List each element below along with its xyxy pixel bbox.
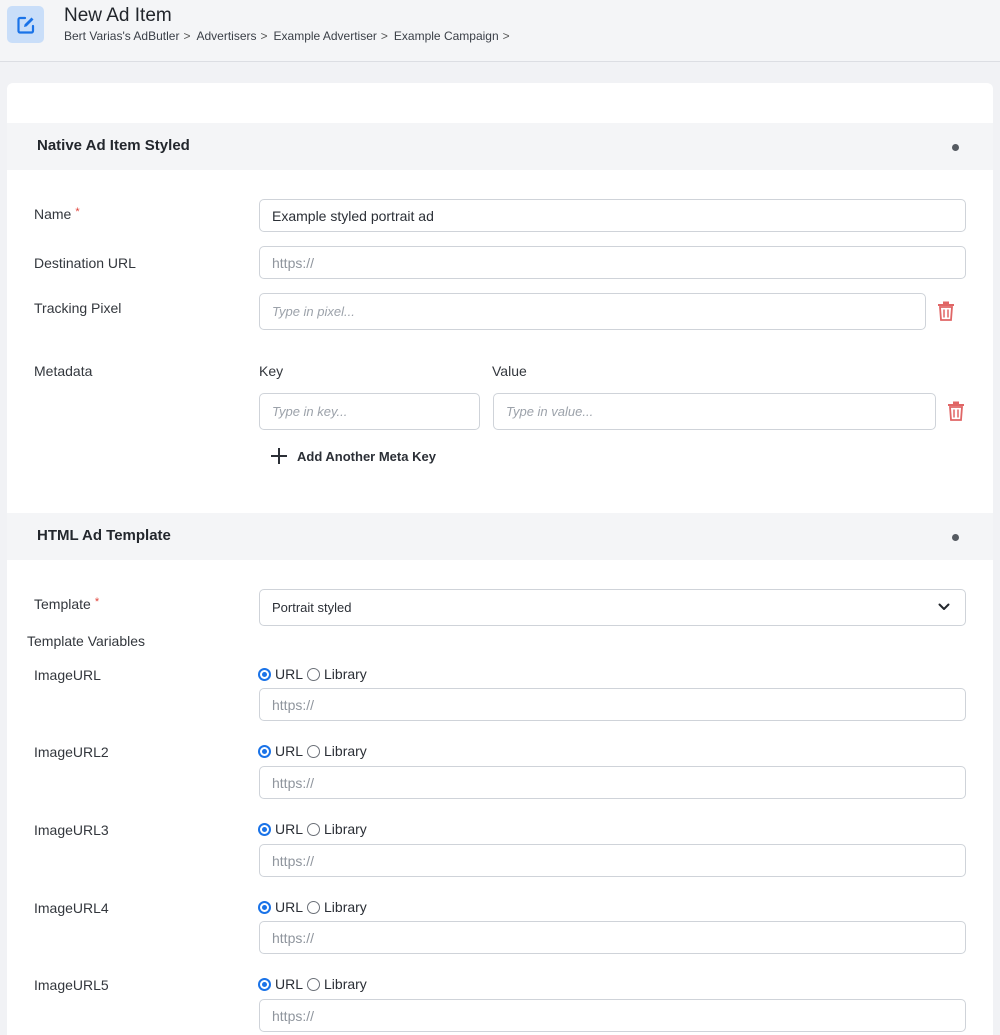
- tracking-pixel-label: Tracking Pixel: [34, 300, 122, 316]
- breadcrumb-advertiser[interactable]: Example Advertiser: [274, 29, 377, 43]
- breadcrumb-separator: >: [183, 29, 191, 43]
- metadata-key-input[interactable]: Type in key...: [259, 393, 480, 430]
- url-radio[interactable]: [258, 744, 271, 758]
- imageurl3-input[interactable]: https://: [259, 844, 966, 877]
- template-select[interactable]: Portrait styled: [259, 589, 966, 626]
- library-radio-label[interactable]: Library: [324, 899, 367, 915]
- library-radio-label[interactable]: Library: [324, 666, 367, 682]
- imageurl4-input[interactable]: https://: [259, 921, 966, 954]
- imageurl5-input[interactable]: https://: [259, 999, 966, 1032]
- add-meta-key-label: Add Another Meta Key: [297, 448, 436, 464]
- source-radio-group: URL Library: [258, 742, 367, 760]
- imageurl-input[interactable]: https://: [259, 688, 966, 721]
- page-header: New Ad Item Bert Varias's AdButler > Adver…: [0, 0, 1000, 62]
- collapse-dot-icon[interactable]: [952, 534, 959, 541]
- breadcrumb-adbutler[interactable]: Bert Varias's AdButler: [64, 29, 179, 43]
- trash-icon[interactable]: [947, 401, 965, 421]
- collapse-dot-icon[interactable]: [952, 144, 959, 151]
- variable-label-imageurl2: ImageURL2: [34, 744, 109, 760]
- source-radio-group: URL Library: [258, 975, 367, 993]
- template-selected-value: Portrait styled: [272, 600, 352, 615]
- library-radio[interactable]: [307, 744, 321, 758]
- required-mark: *: [75, 206, 80, 218]
- url-radio[interactable]: [258, 977, 271, 991]
- library-radio-label[interactable]: Library: [324, 821, 367, 837]
- variable-label-imageurl5: ImageURL5: [34, 977, 109, 993]
- name-label: Name *: [34, 206, 80, 222]
- name-label-text: Name: [34, 206, 72, 222]
- section-title: Native Ad Item Styled: [37, 137, 190, 154]
- url-radio-label[interactable]: URL: [275, 899, 303, 915]
- plus-icon: [270, 447, 288, 465]
- trash-icon[interactable]: [937, 301, 955, 321]
- source-radio-group: URL Library: [258, 898, 367, 916]
- library-radio[interactable]: [307, 977, 321, 991]
- native-section-header[interactable]: Native Ad Item Styled: [7, 123, 993, 170]
- imageurl2-input[interactable]: https://: [259, 766, 966, 799]
- variable-label-imageurl: ImageURL: [34, 667, 101, 683]
- template-label: Template *: [34, 596, 99, 612]
- template-label-text: Template: [34, 596, 91, 612]
- breadcrumb-separator: >: [380, 29, 388, 43]
- page-title: New Ad Item: [64, 5, 172, 26]
- url-radio[interactable]: [258, 900, 271, 914]
- chevron-down-icon: [938, 603, 950, 610]
- destination-url-input[interactable]: https://: [259, 246, 966, 279]
- source-radio-group: URL Library: [258, 820, 367, 838]
- section-title: HTML Ad Template: [37, 527, 171, 544]
- edit-icon: [7, 6, 44, 43]
- tracking-pixel-input[interactable]: Type in pixel...: [259, 293, 926, 330]
- url-radio-label[interactable]: URL: [275, 821, 303, 837]
- url-radio-label[interactable]: URL: [275, 666, 303, 682]
- metadata-label: Metadata: [34, 363, 93, 379]
- template-section-header[interactable]: HTML Ad Template: [7, 513, 993, 560]
- url-radio-label[interactable]: URL: [275, 976, 303, 992]
- library-radio[interactable]: [307, 822, 321, 836]
- library-radio[interactable]: [307, 900, 321, 914]
- url-radio[interactable]: [258, 822, 271, 836]
- source-radio-group: URL Library: [258, 665, 367, 683]
- library-radio-label[interactable]: Library: [324, 976, 367, 992]
- metadata-value-input[interactable]: Type in value...: [493, 393, 936, 430]
- breadcrumb: Bert Varias's AdButler > Advertisers > Examp…: [64, 29, 516, 43]
- url-radio-label[interactable]: URL: [275, 743, 303, 759]
- metadata-value-header: Value: [492, 363, 527, 379]
- variable-label-imageurl3: ImageURL3: [34, 822, 109, 838]
- metadata-key-header: Key: [259, 363, 284, 379]
- destination-url-label: Destination URL: [34, 255, 136, 271]
- add-meta-key-button[interactable]: Add Another Meta Key: [270, 446, 436, 466]
- name-input[interactable]: Example styled portrait ad: [259, 199, 966, 232]
- template-variables-label: Template Variables: [27, 633, 146, 649]
- url-radio[interactable]: [258, 667, 271, 681]
- variable-label-imageurl4: ImageURL4: [34, 900, 109, 916]
- breadcrumb-advertisers[interactable]: Advertisers: [196, 29, 256, 43]
- breadcrumb-separator: >: [260, 29, 268, 43]
- required-mark: *: [94, 596, 100, 608]
- library-radio[interactable]: [307, 667, 321, 681]
- library-radio-label[interactable]: Library: [324, 743, 367, 759]
- breadcrumb-campaign[interactable]: Example Campaign: [394, 29, 499, 43]
- breadcrumb-separator: >: [502, 29, 510, 43]
